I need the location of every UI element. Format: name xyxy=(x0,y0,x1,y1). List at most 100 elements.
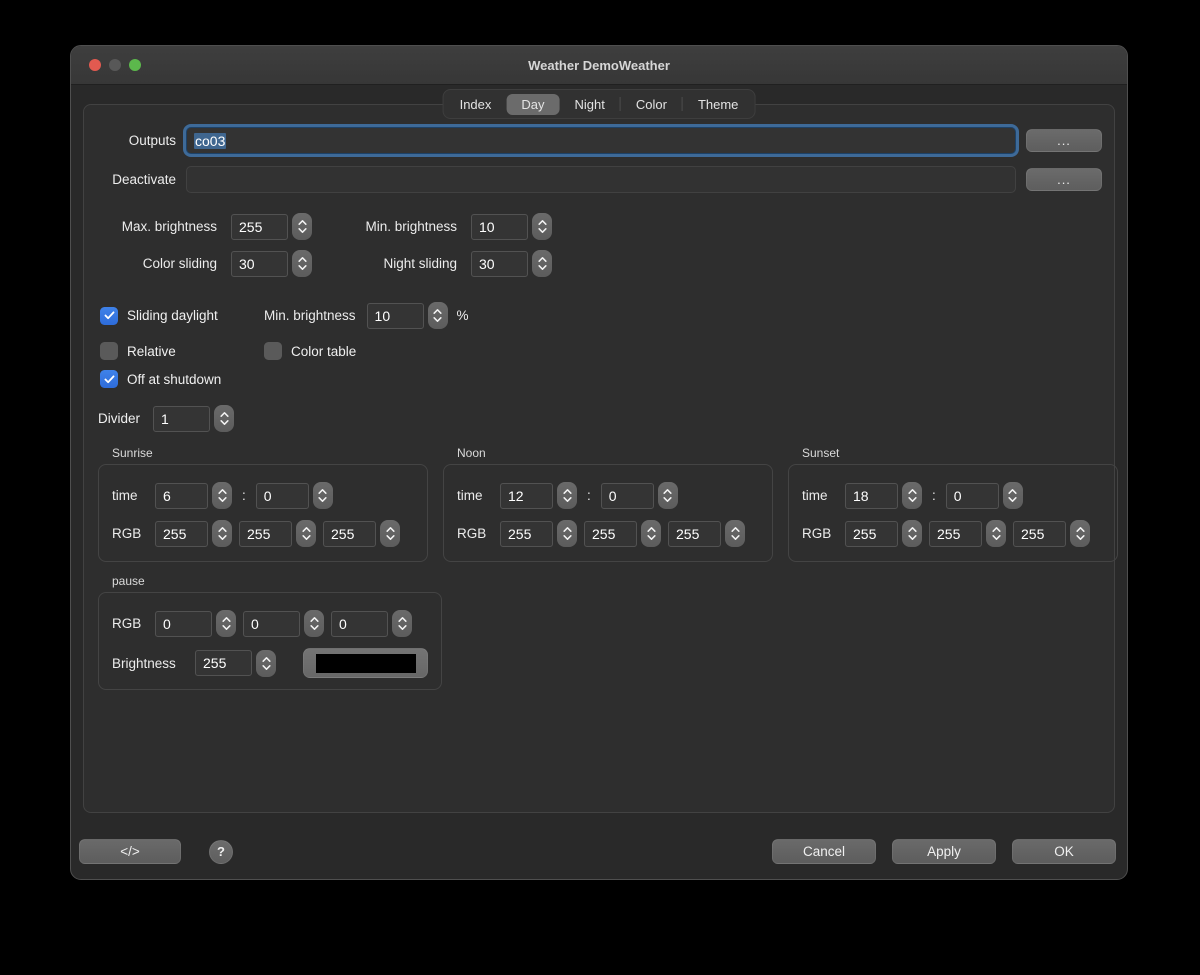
apply-button[interactable]: Apply xyxy=(892,839,996,864)
sunset-green-stepper[interactable] xyxy=(986,520,1006,547)
chevron-up-icon xyxy=(398,617,407,622)
divider-stepper[interactable] xyxy=(214,405,234,432)
sunrise-green-stepper[interactable] xyxy=(296,520,316,547)
noon-time-row: time 12 : 0 xyxy=(457,482,759,509)
min-brightness-pct-stepper[interactable] xyxy=(428,302,448,329)
chevron-down-icon xyxy=(318,497,327,502)
pause-red-stepper[interactable] xyxy=(216,610,236,637)
relative-checkbox[interactable]: Relative xyxy=(100,342,264,360)
noon-red-stepper[interactable] xyxy=(557,520,577,547)
pause-blue-spinbox: 0 xyxy=(331,610,412,637)
noon-minute-stepper[interactable] xyxy=(658,482,678,509)
pause-red-value[interactable]: 0 xyxy=(155,611,212,637)
sliding-daylight-checkbox[interactable]: Sliding daylight xyxy=(100,307,264,325)
sunrise-blue-stepper[interactable] xyxy=(380,520,400,547)
noon-hour-stepper[interactable] xyxy=(557,482,577,509)
sunrise-blue-value[interactable]: 255 xyxy=(323,521,376,547)
sunset-minute-stepper[interactable] xyxy=(1003,482,1023,509)
tab-color[interactable]: Color xyxy=(621,94,682,115)
max-brightness-label: Max. brightness xyxy=(96,219,217,234)
sunrise-green-value[interactable]: 255 xyxy=(239,521,292,547)
sunset-red-stepper[interactable] xyxy=(902,520,922,547)
sunset-group-box: time 18 : 0 RGB 2 xyxy=(788,464,1118,562)
cancel-button[interactable]: Cancel xyxy=(772,839,876,864)
divider-value[interactable]: 1 xyxy=(153,406,210,432)
tab-day[interactable]: Day xyxy=(506,94,559,115)
close-window-button[interactable] xyxy=(89,59,101,71)
sunset-hour-spinbox: 18 xyxy=(845,482,922,509)
pause-brightness-stepper[interactable] xyxy=(256,650,276,677)
noon-green-value[interactable]: 255 xyxy=(584,521,637,547)
min-brightness-label: Min. brightness xyxy=(326,219,457,234)
min-brightness-value[interactable]: 10 xyxy=(471,214,528,240)
color-table-checkbox[interactable]: Color table xyxy=(264,342,356,360)
noon-hour-value[interactable]: 12 xyxy=(500,483,553,509)
sunrise-hour-stepper[interactable] xyxy=(212,482,232,509)
sunrise-red-stepper[interactable] xyxy=(212,520,232,547)
outputs-row: Outputs co03 ... xyxy=(92,127,1102,154)
sunset-green-value[interactable]: 255 xyxy=(929,521,982,547)
deactivate-browse-button[interactable]: ... xyxy=(1026,168,1102,191)
sunset-hour-stepper[interactable] xyxy=(902,482,922,509)
pause-blue-value[interactable]: 0 xyxy=(331,611,388,637)
sunset-group: Sunset time 18 : 0 xyxy=(788,446,1118,562)
sunrise-minute-value[interactable]: 0 xyxy=(256,483,309,509)
chevron-up-icon xyxy=(318,489,327,494)
tab-index[interactable]: Index xyxy=(445,94,507,115)
off-at-shutdown-checkbox[interactable]: Off at shutdown xyxy=(100,370,221,388)
noon-blue-value[interactable]: 255 xyxy=(668,521,721,547)
zoom-window-button[interactable] xyxy=(129,59,141,71)
chevron-down-icon xyxy=(731,535,740,540)
chevron-up-icon xyxy=(310,617,319,622)
tab-night[interactable]: Night xyxy=(560,94,620,115)
tab-theme[interactable]: Theme xyxy=(683,94,753,115)
night-sliding-value[interactable]: 30 xyxy=(471,251,528,277)
max-brightness-stepper[interactable] xyxy=(292,213,312,240)
outputs-input[interactable]: co03 xyxy=(186,127,1016,154)
ok-button[interactable]: OK xyxy=(1012,839,1116,864)
chevron-down-icon xyxy=(538,265,547,270)
check-icon xyxy=(104,311,115,320)
outputs-browse-button[interactable]: ... xyxy=(1026,129,1102,152)
noon-minute-value[interactable]: 0 xyxy=(601,483,654,509)
sunrise-group-box: time 6 : 0 RGB 25 xyxy=(98,464,428,562)
pause-brightness-value[interactable]: 255 xyxy=(195,650,252,676)
sunset-blue-stepper[interactable] xyxy=(1070,520,1090,547)
deactivate-label: Deactivate xyxy=(92,172,176,187)
minimize-window-button[interactable] xyxy=(109,59,121,71)
chevron-up-icon xyxy=(302,527,311,532)
noon-green-stepper[interactable] xyxy=(641,520,661,547)
titlebar[interactable]: Weather DemoWeather xyxy=(71,46,1127,85)
pause-row: pause RGB 0 0 0 xyxy=(98,574,1106,690)
color-sliding-value[interactable]: 30 xyxy=(231,251,288,277)
min-brightness-pct-value[interactable]: 10 xyxy=(367,303,424,329)
noon-red-value[interactable]: 255 xyxy=(500,521,553,547)
off-at-shutdown-row: Off at shutdown xyxy=(100,370,1106,388)
sunset-minute-value[interactable]: 0 xyxy=(946,483,999,509)
min-brightness-stepper[interactable] xyxy=(532,213,552,240)
max-brightness-value[interactable]: 255 xyxy=(231,214,288,240)
sunset-blue-value[interactable]: 255 xyxy=(1013,521,1066,547)
help-button[interactable]: ? xyxy=(209,840,233,864)
sunset-red-value[interactable]: 255 xyxy=(845,521,898,547)
sunset-time-row: time 18 : 0 xyxy=(802,482,1104,509)
pause-group-box: RGB 0 0 0 xyxy=(98,592,442,690)
noon-blue-stepper[interactable] xyxy=(725,520,745,547)
sunrise-minute-stepper[interactable] xyxy=(313,482,333,509)
sunrise-red-value[interactable]: 255 xyxy=(155,521,208,547)
color-sliding-stepper[interactable] xyxy=(292,250,312,277)
pause-green-value[interactable]: 0 xyxy=(243,611,300,637)
deactivate-input[interactable] xyxy=(186,166,1016,193)
pause-blue-stepper[interactable] xyxy=(392,610,412,637)
relative-row: Relative Color table xyxy=(100,342,1106,360)
sunset-hour-value[interactable]: 18 xyxy=(845,483,898,509)
chevron-down-icon xyxy=(908,497,917,502)
night-sliding-stepper[interactable] xyxy=(532,250,552,277)
chevron-up-icon xyxy=(908,489,917,494)
code-button[interactable]: </> xyxy=(79,839,181,864)
pause-green-stepper[interactable] xyxy=(304,610,324,637)
sunrise-hour-value[interactable]: 6 xyxy=(155,483,208,509)
pause-color-picker-button[interactable] xyxy=(303,648,428,678)
sunrise-hour-spinbox: 6 xyxy=(155,482,232,509)
divider-label: Divider xyxy=(98,411,140,426)
